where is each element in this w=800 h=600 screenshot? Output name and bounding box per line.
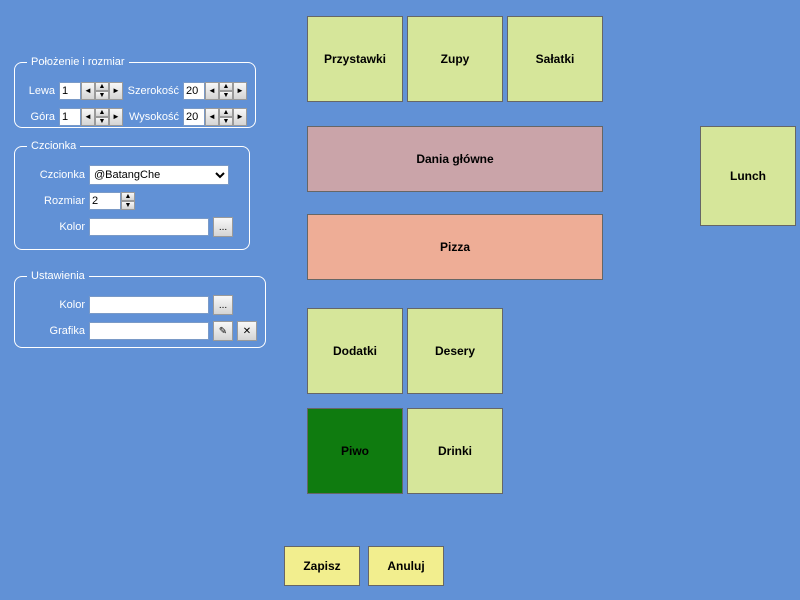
height-spinner[interactable]: ◄ ▲▼ ► bbox=[205, 108, 247, 126]
top-label: Góra bbox=[23, 111, 59, 123]
top-down-icon[interactable]: ▼ bbox=[95, 117, 109, 126]
tile-label: Sałatki bbox=[536, 52, 575, 66]
left-label: Lewa bbox=[23, 85, 59, 97]
tile-desery[interactable]: Desery bbox=[407, 308, 503, 394]
top-up-icon[interactable]: ▲ bbox=[95, 108, 109, 117]
top-prev-icon[interactable]: ◄ bbox=[81, 108, 95, 126]
tile-pizza[interactable]: Pizza bbox=[307, 214, 603, 280]
tile-salatki[interactable]: Sałatki bbox=[507, 16, 603, 102]
settings-color-input[interactable] bbox=[89, 296, 209, 314]
width-spinner[interactable]: ◄ ▲▼ ► bbox=[205, 82, 247, 100]
tile-piwo[interactable]: Piwo bbox=[307, 408, 403, 494]
height-prev-icon[interactable]: ◄ bbox=[205, 108, 219, 126]
tile-label: Desery bbox=[435, 344, 475, 358]
panel-settings: Ustawienia Kolor ... Grafika ✎ ✕ bbox=[14, 270, 266, 348]
panel-position: Położenie i rozmiar Lewa ◄ ▲▼ ► Szerokoś… bbox=[14, 56, 256, 128]
left-spinner[interactable]: ◄ ▲▼ ► bbox=[81, 82, 123, 100]
tile-lunch[interactable]: Lunch bbox=[700, 126, 796, 226]
size-input[interactable] bbox=[89, 192, 121, 210]
font-select[interactable]: @BatangChe bbox=[89, 165, 229, 185]
tile-zupy[interactable]: Zupy bbox=[407, 16, 503, 102]
tile-label: Zupy bbox=[441, 52, 470, 66]
save-button-label: Zapisz bbox=[303, 559, 340, 573]
size-spinner[interactable]: ▲▼ bbox=[121, 192, 135, 210]
height-up-icon[interactable]: ▲ bbox=[219, 108, 233, 117]
left-next-icon[interactable]: ► bbox=[109, 82, 123, 100]
font-color-browse-button[interactable]: ... bbox=[213, 217, 233, 237]
tile-label: Drinki bbox=[438, 444, 472, 458]
tile-label: Pizza bbox=[440, 240, 470, 254]
tile-drinki[interactable]: Drinki bbox=[407, 408, 503, 494]
panel-font: Czcionka Czcionka @BatangChe Rozmiar ▲▼ … bbox=[14, 140, 250, 250]
cancel-button[interactable]: Anuluj bbox=[368, 546, 444, 586]
cancel-button-label: Anuluj bbox=[387, 559, 424, 573]
width-input[interactable] bbox=[183, 82, 205, 100]
top-spinner[interactable]: ◄ ▲▼ ► bbox=[81, 108, 123, 126]
tile-label: Piwo bbox=[341, 444, 369, 458]
tile-dodatki[interactable]: Dodatki bbox=[307, 308, 403, 394]
height-next-icon[interactable]: ► bbox=[233, 108, 247, 126]
top-next-icon[interactable]: ► bbox=[109, 108, 123, 126]
pencil-icon: ✎ bbox=[219, 326, 227, 337]
panel-font-legend: Czcionka bbox=[27, 140, 80, 152]
font-color-label: Kolor bbox=[23, 221, 89, 233]
top-input[interactable] bbox=[59, 108, 81, 126]
width-next-icon[interactable]: ► bbox=[233, 82, 247, 100]
save-button[interactable]: Zapisz bbox=[284, 546, 360, 586]
width-label: Szerokość bbox=[123, 85, 183, 97]
left-up-icon[interactable]: ▲ bbox=[95, 82, 109, 91]
left-prev-icon[interactable]: ◄ bbox=[81, 82, 95, 100]
height-down-icon[interactable]: ▼ bbox=[219, 117, 233, 126]
graphic-clear-button[interactable]: ✕ bbox=[237, 321, 257, 341]
graphic-label: Grafika bbox=[23, 325, 89, 337]
settings-color-browse-button[interactable]: ... bbox=[213, 295, 233, 315]
size-up-icon[interactable]: ▲ bbox=[121, 192, 135, 201]
tile-przystawki[interactable]: Przystawki bbox=[307, 16, 403, 102]
settings-color-label: Kolor bbox=[23, 299, 89, 311]
font-label: Czcionka bbox=[23, 169, 89, 181]
tile-dania-glowne[interactable]: Dania główne bbox=[307, 126, 603, 192]
tile-label: Lunch bbox=[730, 169, 766, 183]
close-icon: ✕ bbox=[243, 326, 251, 337]
panel-settings-legend: Ustawienia bbox=[27, 270, 89, 282]
left-input[interactable] bbox=[59, 82, 81, 100]
graphic-edit-button[interactable]: ✎ bbox=[213, 321, 233, 341]
width-up-icon[interactable]: ▲ bbox=[219, 82, 233, 91]
panel-position-legend: Położenie i rozmiar bbox=[27, 56, 129, 68]
width-down-icon[interactable]: ▼ bbox=[219, 91, 233, 100]
tile-label: Dodatki bbox=[333, 344, 377, 358]
width-prev-icon[interactable]: ◄ bbox=[205, 82, 219, 100]
size-label: Rozmiar bbox=[23, 195, 89, 207]
height-label: Wysokość bbox=[123, 111, 183, 123]
size-down-icon[interactable]: ▼ bbox=[121, 201, 135, 210]
tile-label: Dania główne bbox=[416, 152, 493, 166]
font-color-input[interactable] bbox=[89, 218, 209, 236]
tile-label: Przystawki bbox=[324, 52, 386, 66]
graphic-input[interactable] bbox=[89, 322, 209, 340]
left-down-icon[interactable]: ▼ bbox=[95, 91, 109, 100]
height-input[interactable] bbox=[183, 108, 205, 126]
